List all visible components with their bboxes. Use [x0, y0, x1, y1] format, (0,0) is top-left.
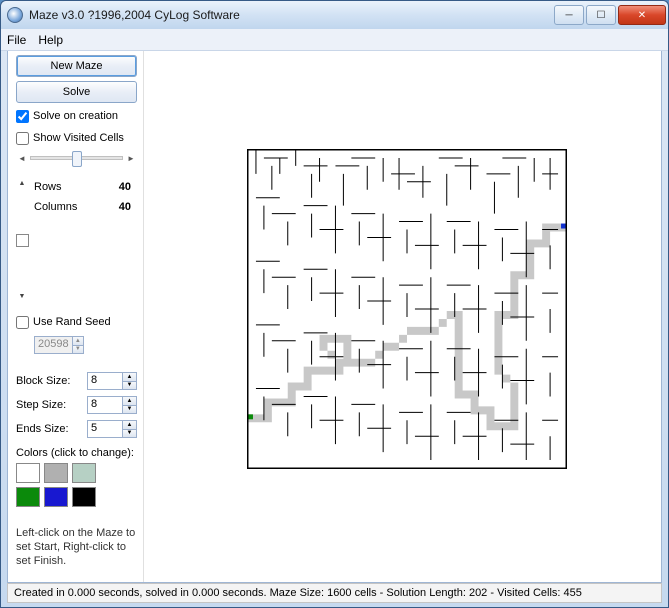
chevron-down-icon[interactable]: ▼	[122, 406, 136, 414]
maze-display[interactable]	[247, 149, 567, 469]
use-rand-seed-row: Use Rand Seed	[16, 313, 137, 331]
step-size-spinner[interactable]: 8 ▲▼	[87, 396, 137, 414]
seed-spinner-row: 20598 ▲▼	[16, 335, 137, 355]
color-finish-swatch[interactable]	[44, 487, 68, 507]
nudge-down[interactable]: ▼	[16, 286, 28, 300]
seed-spinner[interactable]: 20598 ▲▼	[34, 336, 84, 354]
slider-left-icon[interactable]: ◄	[16, 151, 28, 165]
nudge-down-row: ▼	[16, 285, 137, 301]
finish-marker	[561, 224, 566, 229]
menu-help[interactable]: Help	[38, 33, 63, 47]
ends-size-label: Ends Size:	[16, 423, 83, 435]
solve-on-creation-label: Solve on creation	[33, 110, 118, 122]
chevron-up-icon[interactable]: ▲	[122, 373, 136, 382]
swatch-row-1	[16, 463, 137, 483]
app-window: Maze v3.0 ?1996,2004 CyLog Software ─ ☐ …	[0, 0, 669, 608]
columns-label: Columns	[28, 201, 119, 213]
columns-value: 40	[119, 201, 137, 213]
window-controls: ─ ☐ ✕	[552, 5, 666, 25]
solve-button[interactable]: Solve	[16, 81, 137, 103]
menubar: File Help	[1, 29, 668, 51]
solution-path	[248, 224, 566, 431]
status-text: Created in 0.000 seconds, solved in 0.00…	[14, 587, 582, 599]
step-size-row: Step Size: 8 ▲▼	[16, 395, 137, 415]
chevron-down-icon[interactable]: ▼	[122, 430, 136, 438]
maze-svg	[248, 150, 566, 468]
slider-right-icon[interactable]: ►	[125, 151, 137, 165]
show-visited-cells-label: Show Visited Cells	[33, 132, 124, 144]
color-start-swatch[interactable]	[16, 487, 40, 507]
color-visited-swatch[interactable]	[72, 463, 96, 483]
window-title: Maze v3.0 ?1996,2004 CyLog Software	[29, 8, 552, 22]
color-wall-swatch[interactable]	[44, 463, 68, 483]
new-maze-button[interactable]: New Maze	[16, 55, 137, 77]
colors-label: Colors (click to change):	[16, 447, 137, 459]
color-bg-swatch[interactable]	[16, 463, 40, 483]
hint-text: Left-click on the Maze to set Start, Rig…	[16, 527, 137, 568]
titlebar[interactable]: Maze v3.0 ?1996,2004 CyLog Software ─ ☐ …	[1, 1, 668, 29]
block-size-spinner[interactable]: 8 ▲▼	[87, 372, 137, 390]
chevron-up-icon[interactable]: ▲	[122, 421, 136, 430]
lock-row	[16, 231, 137, 249]
show-visited-cells-row: Show Visited Cells	[16, 129, 137, 147]
client-area: New Maze Solve Solve on creation Show Vi…	[7, 51, 662, 583]
rows-value: 40	[119, 181, 137, 193]
chevron-up-icon[interactable]: ▲	[122, 397, 136, 406]
seed-value: 20598	[35, 337, 72, 353]
maximize-button[interactable]: ☐	[586, 5, 616, 25]
ends-size-row: Ends Size: 5 ▲▼	[16, 419, 137, 439]
maze-canvas-area[interactable]	[144, 51, 661, 582]
start-marker	[248, 414, 253, 419]
show-visited-cells-checkbox[interactable]	[16, 132, 29, 145]
sidebar: New Maze Solve Solve on creation Show Vi…	[8, 51, 144, 582]
block-size-value: 8	[88, 373, 122, 389]
slider-track[interactable]	[30, 156, 123, 160]
cols-nudger[interactable]	[16, 200, 28, 214]
step-size-label: Step Size:	[16, 399, 83, 411]
block-size-label: Block Size:	[16, 375, 83, 387]
menu-file[interactable]: File	[7, 33, 26, 47]
close-button[interactable]: ✕	[618, 5, 666, 25]
columns-row: Columns 40	[16, 199, 137, 215]
chevron-down-icon[interactable]: ▼	[122, 382, 136, 390]
use-rand-seed-checkbox[interactable]	[16, 316, 29, 329]
minimize-button[interactable]: ─	[554, 5, 584, 25]
size-slider[interactable]: ◄ ►	[16, 151, 137, 165]
solve-on-creation-row: Solve on creation	[16, 107, 137, 125]
color-path-swatch[interactable]	[72, 487, 96, 507]
use-rand-seed-label: Use Rand Seed	[33, 316, 111, 328]
swatch-row-2	[16, 487, 137, 507]
chevron-up-icon[interactable]: ▲	[72, 337, 83, 346]
ends-size-value: 5	[88, 421, 122, 437]
block-size-row: Block Size: 8 ▲▼	[16, 371, 137, 391]
step-size-value: 8	[88, 397, 122, 413]
status-bar: Created in 0.000 seconds, solved in 0.00…	[7, 583, 662, 603]
rows-nudger[interactable]: ▲	[16, 180, 28, 194]
lock-aspect-checkbox[interactable]	[16, 234, 29, 247]
rows-label: Rows	[28, 181, 119, 193]
chevron-down-icon[interactable]: ▼	[72, 346, 83, 354]
slider-thumb[interactable]	[72, 151, 82, 167]
ends-size-spinner[interactable]: 5 ▲▼	[87, 420, 137, 438]
rows-row: ▲ Rows 40	[16, 179, 137, 195]
solve-on-creation-checkbox[interactable]	[16, 110, 29, 123]
app-icon	[7, 7, 23, 23]
